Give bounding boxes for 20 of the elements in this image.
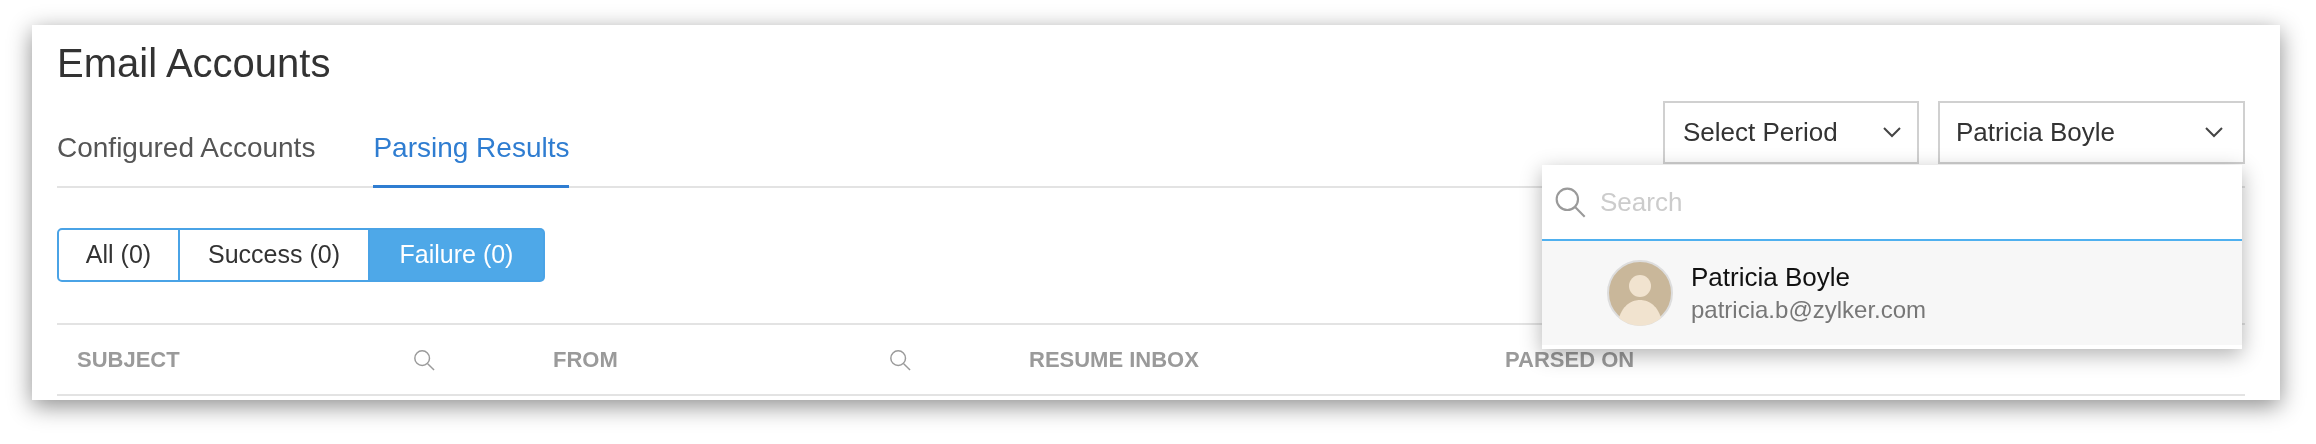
user-email: patricia.b@zylker.com [1691,295,1927,325]
period-select[interactable]: Select Period [1663,101,1919,164]
search-icon [1554,186,1586,218]
tab[interactable]: Parsing Results [373,131,570,188]
search-icon[interactable] [889,348,911,371]
filter-button[interactable]: All (0) [57,228,180,282]
user-select[interactable]: Patricia Boyle [1938,101,2245,164]
column-header: FROM [553,346,619,374]
user-option[interactable]: Patricia Boyle patricia.b@zylker.com [1542,241,2242,345]
page-title: Email Accounts [57,40,332,87]
avatar [1607,260,1673,326]
column-header: RESUME INBOX [1029,346,1200,374]
column-header: SUBJECT [77,346,181,374]
column-header: PARSED ON [1505,346,1636,374]
search-icon[interactable] [413,348,435,371]
chevron-down-icon [2205,127,2223,138]
filter-button[interactable]: Success (0) [180,228,370,282]
user-name: Patricia Boyle [1691,261,1851,294]
chevron-down-icon [1883,127,1901,138]
tab[interactable]: Configured Accounts [57,131,316,188]
